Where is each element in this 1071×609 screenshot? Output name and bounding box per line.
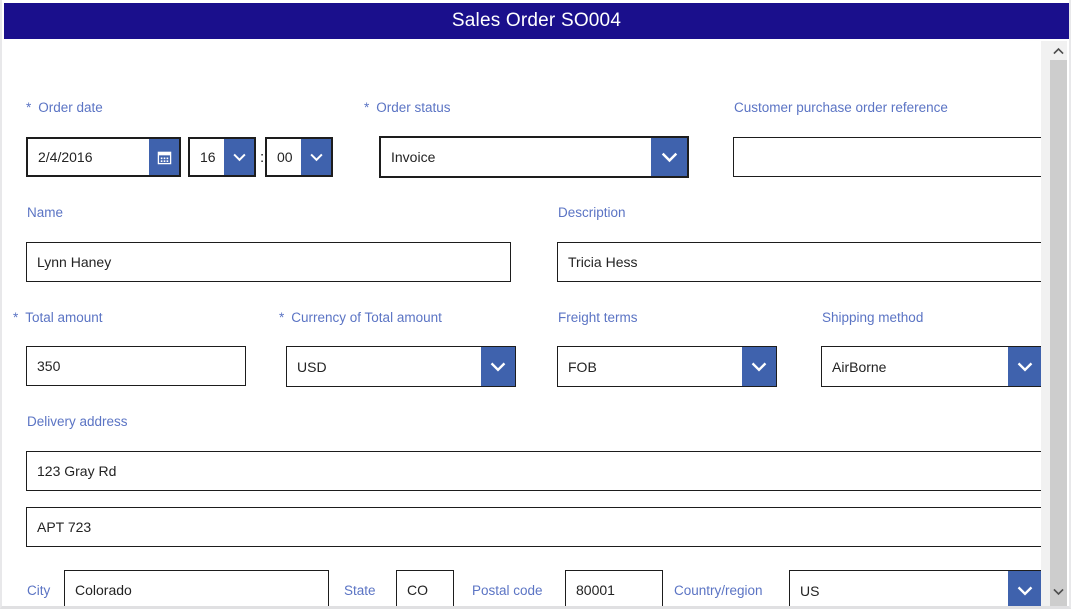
order-status-dropdown-button[interactable]	[651, 138, 687, 176]
country-region-label: Country/region	[674, 583, 763, 598]
city-value: Colorado	[75, 582, 132, 598]
scroll-down-button[interactable]	[1050, 582, 1067, 601]
scroll-up-button[interactable]	[1050, 41, 1067, 60]
chevron-down-icon	[1053, 588, 1064, 595]
chevron-down-icon	[1017, 362, 1033, 371]
chevron-down-icon	[751, 362, 767, 371]
postal-code-value: 80001	[576, 582, 615, 598]
customer-po-reference-label: Customer purchase order reference	[734, 100, 948, 115]
freight-terms-label: Freight terms	[558, 310, 638, 325]
chevron-down-icon	[232, 153, 246, 161]
order-date-value: 2/4/2016	[38, 149, 93, 165]
order-time-minute-dropdown[interactable]: 00	[265, 137, 333, 177]
name-input[interactable]: Lynn Haney	[26, 242, 511, 282]
freight-terms-dropdown[interactable]: FOB	[557, 346, 777, 387]
state-label: State	[344, 583, 376, 598]
freight-terms-value: FOB	[568, 358, 597, 375]
chevron-down-icon	[309, 153, 323, 161]
total-amount-label: * Total amount	[13, 310, 103, 325]
currency-label: * Currency of Total amount	[279, 310, 442, 325]
total-amount-input[interactable]: 350	[26, 346, 246, 386]
delivery-address-label: Delivery address	[27, 414, 128, 429]
freight-terms-dropdown-button[interactable]	[742, 347, 776, 386]
delivery-address-line1-value: 123 Gray Rd	[37, 463, 117, 479]
state-value: CO	[407, 582, 428, 598]
country-region-dropdown-button[interactable]	[1008, 571, 1042, 606]
required-asterisk: *	[13, 310, 19, 325]
postal-code-label: Postal code	[472, 583, 543, 598]
order-time-hour-dropdown[interactable]: 16	[188, 137, 256, 177]
order-time-minute-value: 00	[277, 149, 293, 165]
hour-dropdown-button[interactable]	[224, 139, 254, 175]
page-title: Sales Order SO004	[451, 10, 622, 31]
name-label: Name	[27, 205, 64, 220]
customer-po-reference-input[interactable]	[733, 137, 1043, 177]
window-title-bar: Sales Order SO004	[4, 3, 1069, 39]
time-separator: :	[260, 149, 265, 166]
order-date-input[interactable]: 2/4/2016	[26, 137, 181, 177]
scrollbar-track[interactable]	[1050, 41, 1067, 606]
total-amount-value: 350	[37, 358, 61, 374]
city-label: City	[27, 583, 51, 598]
order-status-label: * Order status	[364, 100, 451, 115]
chevron-down-icon	[1017, 586, 1033, 595]
description-input[interactable]: Tricia Hess	[557, 242, 1043, 282]
required-asterisk: *	[279, 310, 285, 325]
order-time-hour-value: 16	[200, 149, 216, 165]
currency-value: USD	[297, 358, 327, 375]
order-status-dropdown[interactable]: Invoice	[379, 136, 689, 178]
required-asterisk: *	[26, 100, 32, 115]
name-value: Lynn Haney	[37, 254, 112, 270]
city-input[interactable]: Colorado	[64, 570, 329, 606]
delivery-address-line1-input[interactable]: 123 Gray Rd	[26, 451, 1043, 491]
sales-order-form: * Order date 2/4/2016 16: 00 * Order st…	[2, 39, 1045, 606]
chevron-down-icon	[490, 362, 506, 371]
description-value: Tricia Hess	[568, 254, 638, 270]
chevron-up-icon	[1053, 47, 1064, 54]
postal-code-input[interactable]: 80001	[565, 570, 663, 606]
country-region-dropdown[interactable]: US	[789, 570, 1043, 606]
currency-dropdown[interactable]: USD	[286, 346, 516, 387]
minute-dropdown-button[interactable]	[301, 139, 331, 175]
country-region-value: US	[800, 582, 820, 599]
shipping-method-label: Shipping method	[822, 310, 924, 325]
delivery-address-line2-input[interactable]: APT 723	[26, 507, 1043, 547]
currency-dropdown-button[interactable]	[481, 347, 515, 386]
description-label: Description	[558, 205, 626, 220]
order-date-label: * Order date	[26, 100, 103, 115]
state-input[interactable]: CO	[396, 570, 454, 606]
sales-order-window: Sales Order SO004 *Order date 2/4/2016	[0, 0, 1071, 609]
delivery-address-line2-value: APT 723	[37, 519, 92, 535]
calendar-icon	[157, 151, 171, 164]
calendar-picker-button[interactable]	[149, 139, 179, 175]
order-status-value: Invoice	[391, 149, 436, 165]
shipping-method-dropdown-button[interactable]	[1008, 347, 1042, 386]
required-asterisk: *	[364, 100, 370, 115]
shipping-method-dropdown[interactable]: AirBorne	[821, 346, 1043, 387]
vertical-scrollbar[interactable]	[1041, 41, 1067, 606]
chevron-down-icon	[661, 152, 677, 162]
shipping-method-value: AirBorne	[832, 358, 887, 375]
